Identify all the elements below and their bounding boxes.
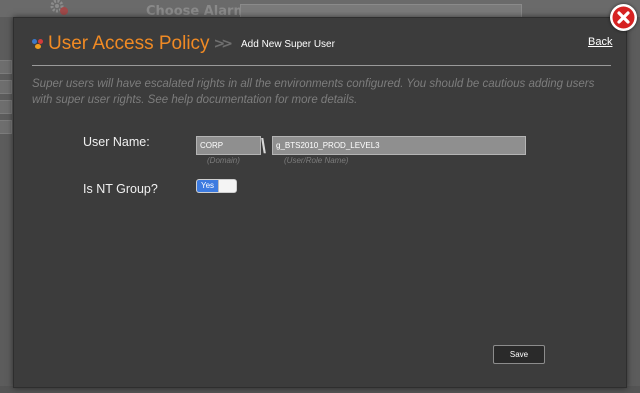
breadcrumb-chevron-icon: >>	[213, 36, 234, 52]
dialog-header: User Access Policy >> Add New Super User	[32, 32, 335, 56]
gear-icon	[50, 0, 68, 15]
user-role-input[interactable]: g_BTS2010_PROD_LEVEL3	[272, 136, 526, 155]
app-logo-icon	[32, 39, 44, 49]
domain-hint: (Domain)	[207, 156, 240, 165]
user-role-hint: (User/Role Name)	[284, 156, 349, 165]
alarm-select	[240, 4, 522, 18]
header-divider	[32, 65, 611, 66]
page-title: User Access Policy	[48, 33, 210, 54]
toggle-knob	[218, 180, 236, 192]
add-super-user-dialog: User Access Policy >> Add New Super User…	[13, 17, 627, 388]
page-subtitle: Add New Super User	[241, 38, 335, 50]
back-link[interactable]: Back	[588, 36, 612, 48]
background-side-controls	[0, 60, 12, 150]
nt-group-label: Is NT Group?	[83, 182, 158, 196]
help-description: Super users will have escalated rights i…	[32, 78, 595, 106]
close-icon	[612, 6, 635, 29]
close-button[interactable]	[610, 4, 637, 31]
toggle-yes-label: Yes	[197, 180, 218, 192]
nt-group-toggle[interactable]: Yes	[196, 179, 237, 193]
domain-input[interactable]: CORP	[196, 136, 261, 155]
user-name-label: User Name:	[83, 135, 150, 149]
domain-separator: \	[261, 134, 267, 158]
save-button[interactable]: Save	[493, 345, 545, 364]
